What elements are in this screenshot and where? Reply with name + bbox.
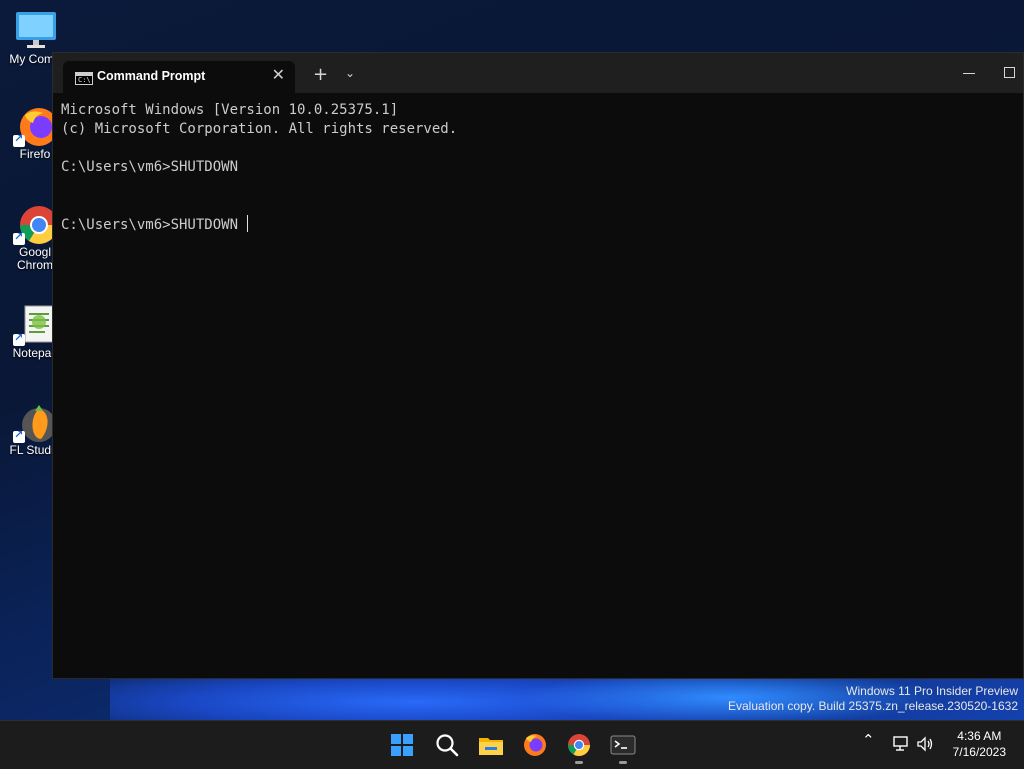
console-input-line[interactable]: C:\Users\vm6>SHUTDOWN — [61, 215, 457, 235]
start-button[interactable] — [386, 729, 418, 761]
console-line: Microsoft Windows [Version 10.0.25375.1] — [61, 102, 399, 118]
taskbar-chrome-button[interactable] — [563, 729, 595, 764]
maximize-button[interactable] — [1004, 67, 1015, 78]
tab-command-prompt[interactable]: C:\ Command Prompt ✕ — [63, 61, 295, 93]
clock-time: 4:36 AM — [957, 729, 1002, 743]
clock-date: 7/16/2023 — [952, 745, 1006, 759]
evaluation-watermark: Windows 11 Pro Insider Preview Evaluatio… — [728, 684, 1018, 714]
firefox-icon — [13, 105, 58, 147]
close-icon[interactable]: ✕ — [272, 65, 285, 84]
terminal-icon — [610, 735, 636, 755]
new-tab-button[interactable]: + — [313, 66, 328, 84]
console-prompt: C:\Users\vm6>SHUTDOWN — [61, 217, 239, 233]
search-button[interactable] — [431, 729, 463, 761]
fl-studio-icon — [13, 401, 56, 443]
console-line: (c) Microsoft Corporation. All rights re… — [61, 121, 458, 137]
terminal-window[interactable]: C:\ Command Prompt ✕ + ⌄ Microsoft Windo… — [52, 52, 1024, 679]
network-icon[interactable] — [892, 735, 910, 757]
taskbar-firefox-button[interactable] — [519, 729, 551, 761]
shortcut-arrow-icon — [13, 428, 25, 443]
running-indicator — [619, 761, 627, 764]
folder-icon — [479, 738, 503, 755]
system-clock[interactable]: 4:36 AM 7/16/2023 — [953, 728, 1006, 760]
notepad-icon — [13, 304, 55, 346]
console-line: C:\Users\vm6>SHUTDOWN — [61, 159, 239, 175]
search-icon — [436, 734, 459, 757]
console-output[interactable]: Microsoft Windows [Version 10.0.25375.1]… — [61, 101, 457, 235]
windows-logo-icon — [391, 734, 413, 756]
chevron-down-icon[interactable]: ⌄ — [345, 66, 355, 80]
chrome-icon — [568, 734, 590, 756]
file-explorer-button[interactable] — [475, 729, 507, 761]
cmd-icon: C:\ — [75, 72, 93, 85]
minimize-button[interactable] — [963, 73, 975, 74]
text-cursor — [247, 215, 249, 232]
monitor-icon — [15, 10, 56, 50]
shortcut-arrow-icon — [13, 331, 25, 346]
chrome-icon — [13, 203, 58, 245]
taskbar: ⌃ 4:36 AM 7/16/2023 — [0, 720, 1024, 769]
terminal-titlebar[interactable]: C:\ Command Prompt ✕ + ⌄ — [53, 53, 1023, 93]
running-indicator — [575, 761, 583, 764]
volume-icon[interactable] — [916, 735, 934, 757]
watermark-line-build: Evaluation copy. Build 25375.zn_release.… — [728, 699, 1018, 713]
shortcut-arrow-icon — [13, 132, 25, 147]
shortcut-arrow-icon — [13, 230, 25, 245]
tab-title: Command Prompt — [97, 69, 206, 83]
firefox-icon — [524, 734, 546, 756]
watermark-line-edition: Windows 11 Pro Insider Preview — [846, 684, 1018, 698]
chevron-up-icon[interactable]: ⌃ — [862, 731, 875, 749]
taskbar-terminal-button[interactable] — [607, 729, 639, 764]
